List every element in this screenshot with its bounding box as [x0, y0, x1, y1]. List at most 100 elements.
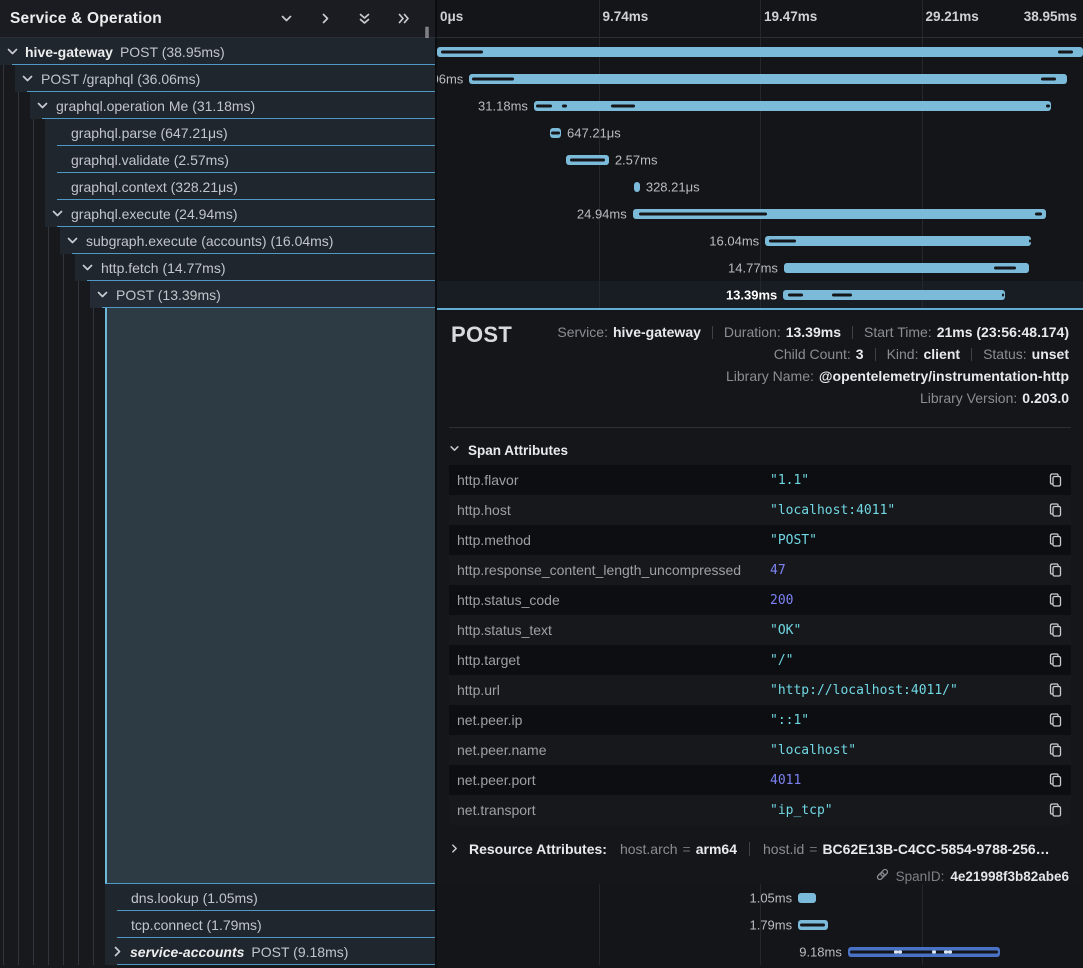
span-name-cell[interactable]: hive-gatewayPOST (38.95ms): [0, 38, 437, 65]
span-label: POST (13.39ms): [116, 287, 221, 303]
span-name-box: hive-gatewayPOST (38.95ms): [0, 38, 435, 65]
chevron-down-icon[interactable]: [20, 72, 34, 85]
attribute-value: "/": [770, 653, 793, 668]
expand-one-level-icon[interactable]: [319, 12, 332, 25]
separator: [875, 348, 876, 361]
gridline: [599, 0, 600, 37]
collapse-all-icon[interactable]: [358, 12, 371, 26]
span-name-cell[interactable]: POST (13.39ms): [0, 281, 437, 308]
span-name-cell[interactable]: graphql.operation Me (31.18ms): [0, 92, 437, 119]
attribute-row: http.status_text "OK": [449, 615, 1071, 645]
child-span-marker: [1002, 293, 1004, 296]
span-name-cell[interactable]: dns.lookup (1.05ms): [0, 884, 437, 911]
span-timeline-cell[interactable]: 16.04ms: [437, 227, 1083, 254]
gridline: [599, 173, 600, 200]
resource-attributes-row[interactable]: Resource Attributes:host.arch=arm64host.…: [449, 841, 1050, 857]
span-label: graphql.execute (24.94ms): [71, 206, 238, 222]
service-name: hive-gateway: [25, 44, 113, 60]
span-duration-bar[interactable]: [633, 209, 1046, 219]
copy-icon[interactable]: [1048, 712, 1063, 728]
chevron-down-icon[interactable]: [50, 207, 64, 220]
span-name-cell[interactable]: subgraph.execute (accounts) (16.04ms): [0, 227, 437, 254]
attribute-value: 4011: [770, 773, 801, 788]
span-timeline-cell[interactable]: 1.79ms: [437, 911, 1083, 938]
copy-icon[interactable]: [1048, 562, 1063, 578]
attribute-row: net.peer.port 4011: [449, 765, 1071, 795]
indent-rail: [0, 884, 105, 911]
link-icon[interactable]: [875, 867, 890, 884]
span-timeline-cell[interactable]: 328.21μs: [437, 173, 1083, 200]
chevron-right-icon[interactable]: [110, 945, 124, 958]
attribute-key: http.response_content_length_uncompresse…: [457, 562, 741, 578]
child-span-marker: [536, 104, 552, 107]
copy-icon[interactable]: [1048, 622, 1063, 638]
copy-icon[interactable]: [1048, 742, 1063, 758]
span-detail-row: POST Service:hive-gatewayDuration:13.39m…: [0, 308, 1083, 884]
overview-field-label: Library Version:: [920, 390, 1017, 406]
chevron-down-icon[interactable]: [80, 261, 94, 274]
copy-icon[interactable]: [1048, 682, 1063, 698]
span-timeline-cell[interactable]: 14.77ms: [437, 254, 1083, 281]
span-timeline-cell[interactable]: 2.57ms: [437, 146, 1083, 173]
copy-icon[interactable]: [1048, 472, 1063, 488]
child-span-marker: [570, 158, 606, 161]
pane-resize-handle[interactable]: ∥: [424, 25, 430, 39]
attribute-value: "http://localhost:4011/": [770, 683, 958, 698]
span-duration-bar[interactable]: [534, 101, 1051, 111]
span-duration-bar[interactable]: [765, 236, 1031, 246]
copy-icon[interactable]: [1048, 802, 1063, 818]
span-timeline-cell[interactable]: 647.21μs: [437, 119, 1083, 146]
span-duration-bar[interactable]: [550, 128, 561, 138]
span-timeline-cell[interactable]: 13.39ms: [437, 281, 1083, 308]
span-name-cell[interactable]: graphql.context (328.21μs): [0, 173, 437, 200]
copy-icon[interactable]: [1048, 772, 1063, 788]
span-duration-bar[interactable]: [437, 47, 1083, 57]
span-name-cell[interactable]: graphql.parse (647.21μs): [0, 119, 437, 146]
span-name-cell[interactable]: tcp.connect (1.79ms): [0, 911, 437, 938]
chevron-down-icon[interactable]: [5, 45, 19, 58]
detail-left-gutter: [0, 308, 437, 884]
attribute-key: http.method: [457, 532, 531, 548]
span-duration-bar[interactable]: [798, 893, 815, 903]
span-duration-bar[interactable]: [798, 920, 828, 930]
span-rows-bottom: dns.lookup (1.05ms) 1.05ms tcp.connect (…: [0, 884, 1083, 965]
span-duration-bar[interactable]: [784, 263, 1029, 273]
span-timeline-cell[interactable]: 38.95ms: [437, 38, 1083, 65]
copy-icon[interactable]: [1048, 502, 1063, 518]
child-span-marker: [1029, 239, 1031, 242]
span-duration-bar[interactable]: [469, 74, 1067, 84]
overview-field-label: Service:: [557, 324, 608, 340]
chevron-down-icon[interactable]: [65, 234, 79, 247]
span-duration-bar[interactable]: [634, 182, 640, 192]
copy-icon[interactable]: [1048, 532, 1063, 548]
span-name-cell[interactable]: graphql.validate (2.57ms): [0, 146, 437, 173]
copy-icon[interactable]: [1048, 652, 1063, 668]
span-name-cell[interactable]: service-accountsPOST (9.18ms): [0, 938, 437, 965]
span-timeline-cell[interactable]: 36.06ms: [437, 65, 1083, 92]
chevron-down-icon[interactable]: [35, 99, 49, 112]
header-row: Service & Operation ∥ 0μs9.74ms19.47ms29…: [0, 0, 1083, 38]
copy-icon[interactable]: [1048, 592, 1063, 608]
chevron-down-icon[interactable]: [95, 288, 109, 301]
gridline: [599, 281, 600, 308]
span-attributes-section-header[interactable]: Span Attributes: [449, 441, 568, 459]
span-timeline-cell[interactable]: 24.94ms: [437, 200, 1083, 227]
attribute-row: http.response_content_length_uncompresse…: [449, 555, 1071, 585]
event-marker: [894, 950, 898, 953]
expanded-span-region[interactable]: [105, 308, 435, 884]
span-timeline-cell[interactable]: 9.18ms: [437, 938, 1083, 965]
attribute-key: net.transport: [457, 802, 536, 818]
attribute-row: http.url "http://localhost:4011/": [449, 675, 1071, 705]
span-timeline-cell[interactable]: 31.18ms: [437, 92, 1083, 119]
span-duration-bar[interactable]: [783, 290, 1005, 300]
span-label: POST (9.18ms): [251, 944, 348, 960]
span-timeline-cell[interactable]: 1.05ms: [437, 884, 1083, 911]
expand-all-icon[interactable]: [397, 12, 411, 25]
span-duration-bar[interactable]: [566, 155, 609, 165]
span-name-cell[interactable]: http.fetch (14.77ms): [0, 254, 437, 281]
collapse-one-level-icon[interactable]: [280, 12, 293, 25]
span-name-cell[interactable]: graphql.execute (24.94ms): [0, 200, 437, 227]
span-name-cell[interactable]: POST /graphql (36.06ms): [0, 65, 437, 92]
span-duration-bar[interactable]: [848, 947, 1000, 957]
child-span-marker: [994, 266, 1016, 269]
